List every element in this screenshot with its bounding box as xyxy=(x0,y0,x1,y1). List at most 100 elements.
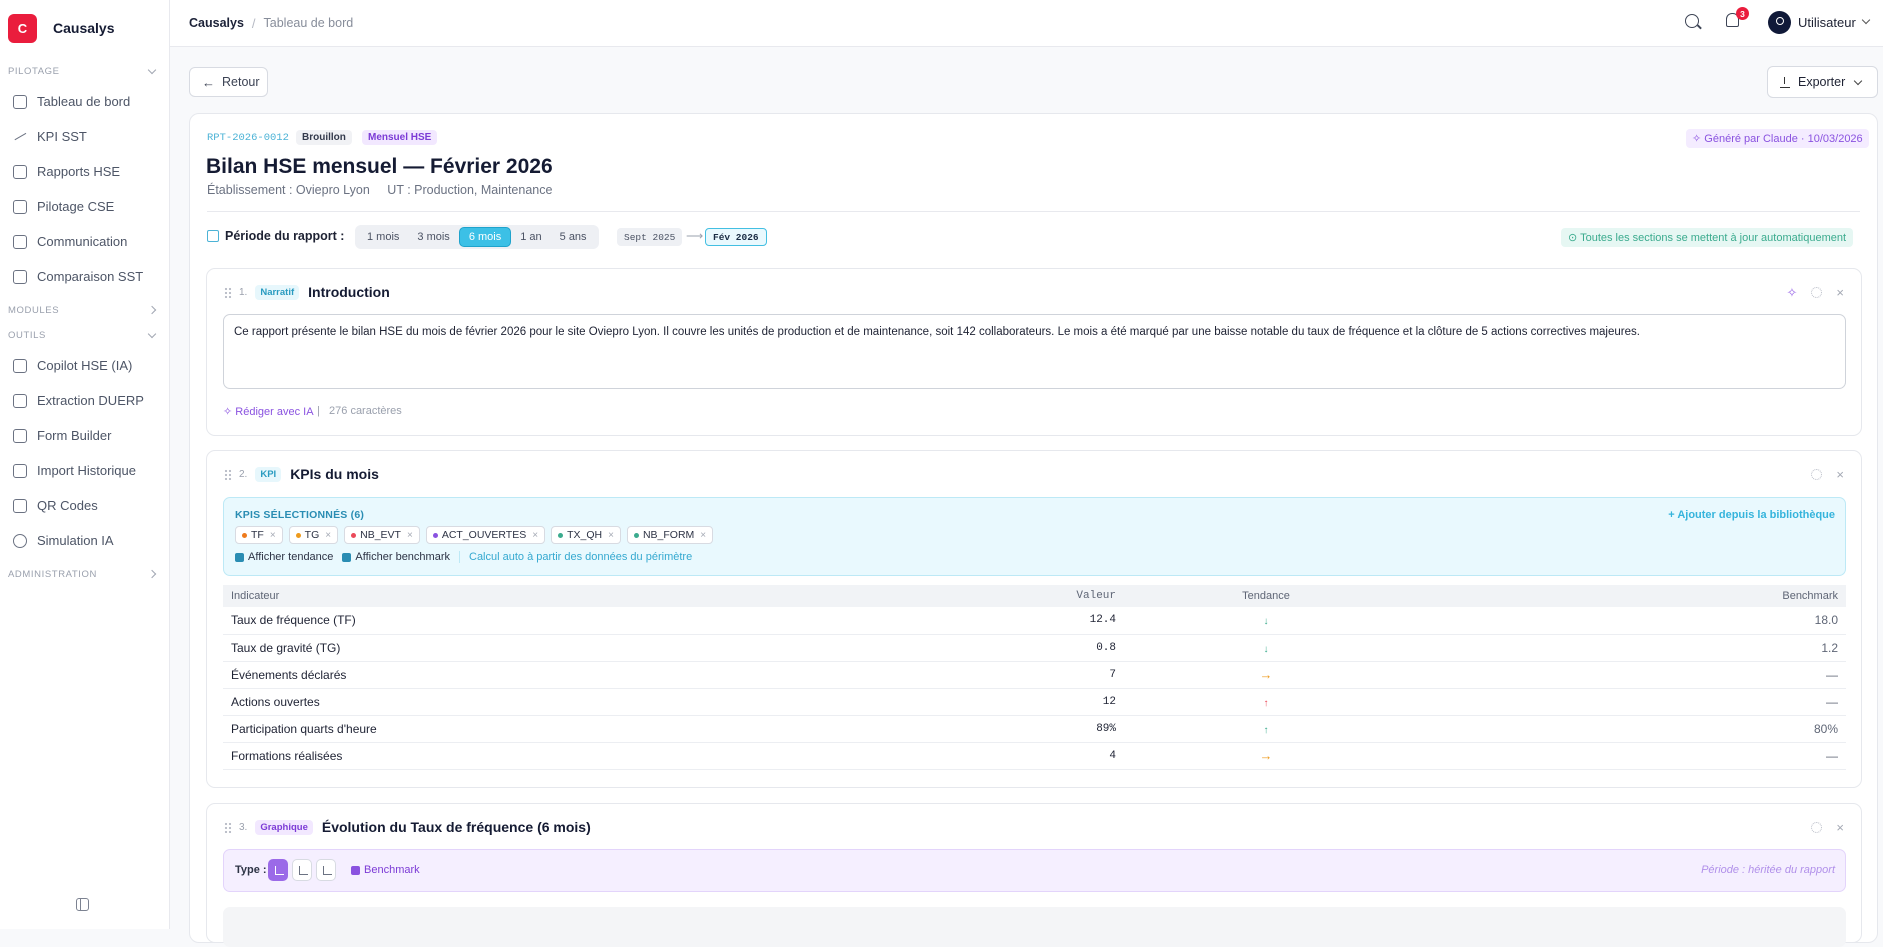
section-header: 2. KPI KPIs du mois xyxy=(224,466,379,482)
show-benchmark-label: Afficher benchmark xyxy=(355,551,450,563)
compare-icon xyxy=(13,269,27,284)
sidebar-item-label: Rapports HSE xyxy=(37,164,121,179)
kpi-benchmark: 18.0 xyxy=(1416,607,1846,635)
close-icon[interactable]: × xyxy=(1836,821,1844,834)
drag-handle-icon[interactable] xyxy=(224,468,232,480)
sidebar-section-pilotage[interactable]: PILOTAGE xyxy=(0,62,169,80)
export-label: Exporter xyxy=(1798,75,1846,89)
sidebar-item[interactable]: Form Builder xyxy=(0,418,169,453)
section-actions: × xyxy=(1811,468,1844,481)
sidebar-item[interactable]: Communication xyxy=(0,224,169,259)
close-icon[interactable]: × xyxy=(270,530,276,541)
char-count: | 276 caractères xyxy=(317,405,402,417)
kpi-chip[interactable]: NB_FORM × xyxy=(626,526,714,544)
period-option[interactable]: 6 mois xyxy=(458,227,512,247)
export-button[interactable]: Exporter xyxy=(1767,66,1878,98)
period-option[interactable]: 1 mois xyxy=(358,227,408,247)
chevron-down-icon xyxy=(147,65,157,74)
kpi-chip-label: ACT_OUVERTES xyxy=(441,529,527,541)
close-icon[interactable]: × xyxy=(700,530,706,541)
back-button[interactable]: ← Retour xyxy=(189,67,268,97)
close-icon[interactable]: × xyxy=(532,530,538,541)
establishment: Établissement : Oviepro Lyon xyxy=(207,183,370,197)
section-type-badge: KPI xyxy=(255,466,282,482)
kpi-chip-label: TG xyxy=(304,529,320,541)
trend-arrow-icon: ↑ xyxy=(1263,724,1269,736)
kpi-benchmark: — xyxy=(1416,661,1846,689)
user-name[interactable]: Utilisateur xyxy=(1798,15,1856,30)
sidebar-section-administration[interactable]: ADMINISTRATION xyxy=(0,565,169,583)
generated-badge: ✧ Généré par Claude · 10/03/2026 xyxy=(1686,129,1869,148)
close-icon[interactable]: × xyxy=(1836,286,1844,299)
kpi-chip[interactable]: TF × xyxy=(235,526,283,544)
section-number: 2. xyxy=(239,468,248,480)
sidebar-item[interactable]: Pilotage CSE xyxy=(0,189,169,224)
section-number: 1. xyxy=(239,286,248,298)
kpi-selection-panel: KPIS SÉLECTIONNÉS (6) + Ajouter depuis l… xyxy=(223,497,1846,576)
close-icon[interactable]: × xyxy=(407,530,413,541)
gear-icon[interactable] xyxy=(1811,287,1823,298)
sidebar-item[interactable]: Copilot HSE (IA) xyxy=(0,348,169,383)
add-kpi-button[interactable]: + Ajouter depuis la bibliothèque xyxy=(1668,509,1835,521)
sidebar-section-label: MODULES xyxy=(8,304,60,316)
sidebar-item[interactable]: Comparaison SST xyxy=(0,259,169,294)
close-icon[interactable]: × xyxy=(608,530,614,541)
kpi-chip[interactable]: TX_QH × xyxy=(551,526,621,544)
avatar[interactable] xyxy=(1768,11,1791,34)
close-icon[interactable]: × xyxy=(1836,468,1844,481)
kpi-chip[interactable]: ACT_OUVERTES × xyxy=(425,526,546,544)
breadcrumb-root[interactable]: Causalys xyxy=(189,16,244,30)
sidebar-item[interactable]: Rapports HSE xyxy=(0,154,169,189)
drag-handle-icon[interactable] xyxy=(224,821,232,833)
show-trend-checkbox[interactable]: Afficher tendance xyxy=(235,551,333,563)
sidebar-item[interactable]: Extraction DUERP xyxy=(0,383,169,418)
brand[interactable]: C Causalys xyxy=(0,0,169,56)
date-from[interactable]: Sept 2025 xyxy=(617,228,683,246)
breadcrumb-current: Tableau de bord xyxy=(263,16,354,30)
kpi-table: Indicateur Valeur Tendance Benchmark Tau… xyxy=(223,585,1846,770)
bar-chart-icon[interactable] xyxy=(268,859,288,881)
intro-textarea[interactable]: Ce rapport présente le bilan HSE du mois… xyxy=(223,314,1846,389)
sidebar-nav: PILOTAGE Tableau de bord KPI SST Rapports H… xyxy=(0,62,169,583)
period-option[interactable]: 3 mois xyxy=(408,227,458,247)
sidebar-item[interactable]: Tableau de bord xyxy=(0,84,169,119)
date-to[interactable]: Fév 2026 xyxy=(705,228,767,246)
sidebar-item-label: Tableau de bord xyxy=(37,94,131,109)
grid-icon xyxy=(13,94,27,109)
period-option[interactable]: 1 an xyxy=(511,227,550,247)
section-kpis: 2. KPI KPIs du mois × KPIS SÉLECTIONNÉS … xyxy=(206,450,1862,788)
line-chart-icon[interactable] xyxy=(292,859,312,881)
sidebar-collapse-icon[interactable] xyxy=(76,898,89,911)
search-icon[interactable] xyxy=(1685,14,1699,28)
sidebar-section-outils[interactable]: OUTILS xyxy=(0,326,169,344)
benchmark-checkbox[interactable]: Benchmark xyxy=(351,864,420,876)
checkbox-checked-icon xyxy=(351,865,360,875)
gear-icon[interactable] xyxy=(1811,469,1823,480)
sidebar-item[interactable]: QR Codes xyxy=(0,488,169,523)
gauge-icon[interactable] xyxy=(316,859,336,881)
table-row: Taux de fréquence (TF) 12.4 ↓ 18.0 xyxy=(223,607,1846,635)
period-option[interactable]: 5 ans xyxy=(551,227,596,247)
sidebar-item-label: Pilotage CSE xyxy=(37,199,115,214)
kpi-chip[interactable]: TG × xyxy=(288,526,339,544)
kpi-value: 7 xyxy=(1046,661,1116,689)
period-selector: 1 mois 3 mois 6 mois 1 an 5 ans xyxy=(355,225,599,249)
sidebar-item[interactable]: Simulation IA xyxy=(0,523,169,558)
dot-icon xyxy=(351,532,357,538)
table-header: Indicateur Valeur Tendance Benchmark xyxy=(223,585,1846,607)
trend-arrow-icon: → xyxy=(1259,748,1273,763)
sparkles-icon[interactable]: ✧ xyxy=(1787,286,1798,299)
sidebar-item[interactable]: Import Historique xyxy=(0,453,169,488)
kpi-value: 0.8 xyxy=(1046,634,1116,662)
sidebar-section-modules[interactable]: MODULES xyxy=(0,301,169,319)
ai-write-button[interactable]: ✧ Rédiger avec IA xyxy=(223,405,314,418)
show-benchmark-checkbox[interactable]: Afficher benchmark xyxy=(342,551,450,563)
sidebar-item-label: Comparaison SST xyxy=(37,269,144,284)
drag-handle-icon[interactable] xyxy=(224,286,232,298)
sidebar-item-label: Simulation IA xyxy=(37,533,114,548)
gear-icon[interactable] xyxy=(1811,822,1823,833)
kpi-chip[interactable]: NB_EVT × xyxy=(344,526,420,544)
sidebar-item[interactable]: KPI SST xyxy=(0,119,169,154)
page-title: Bilan HSE mensuel — Février 2026 xyxy=(206,155,553,178)
close-icon[interactable]: × xyxy=(325,530,331,541)
